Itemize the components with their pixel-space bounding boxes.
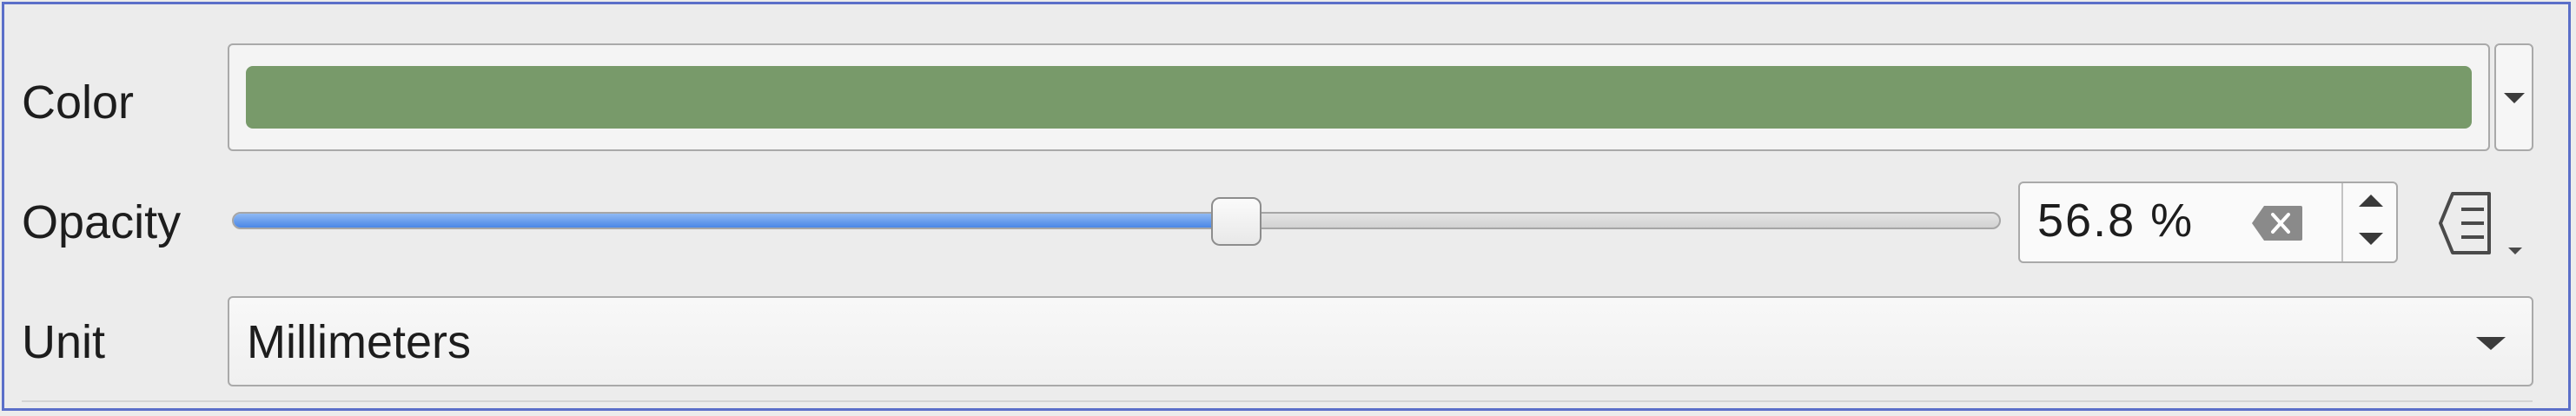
unit-selected-value: Millimeters <box>247 316 472 368</box>
clear-icon[interactable] <box>2250 204 2304 242</box>
spin-down-icon <box>2359 233 2383 245</box>
spin-down-button[interactable] <box>2343 222 2396 261</box>
chevron-down-icon <box>2476 337 2506 350</box>
unit-label: Unit <box>22 316 106 368</box>
color-label: Color <box>22 76 135 129</box>
spin-up-button[interactable] <box>2343 183 2396 222</box>
opacity-slider-fill <box>234 214 1239 228</box>
chevron-down-icon <box>2504 93 2525 103</box>
divider <box>22 400 2533 402</box>
data-defined-override-icon <box>2439 192 2522 254</box>
opacity-slider-track[interactable] <box>232 212 2001 229</box>
color-button[interactable] <box>228 43 2490 151</box>
opacity-label: Opacity <box>22 196 182 248</box>
opacity-value[interactable]: 56.8 % <box>2037 197 2194 244</box>
opacity-slider-handle[interactable] <box>1211 197 1262 246</box>
data-defined-override-button[interactable] <box>2428 185 2533 263</box>
opacity-spinbox[interactable]: 56.8 % <box>2018 182 2398 263</box>
color-menu-button[interactable] <box>2494 43 2533 151</box>
color-swatch <box>246 66 2472 129</box>
unit-select[interactable]: Millimeters <box>228 296 2533 386</box>
spin-up-icon <box>2359 195 2383 207</box>
symbol-settings-panel: Color Opacity 56.8 % Unit Millimeters <box>2 2 2571 411</box>
